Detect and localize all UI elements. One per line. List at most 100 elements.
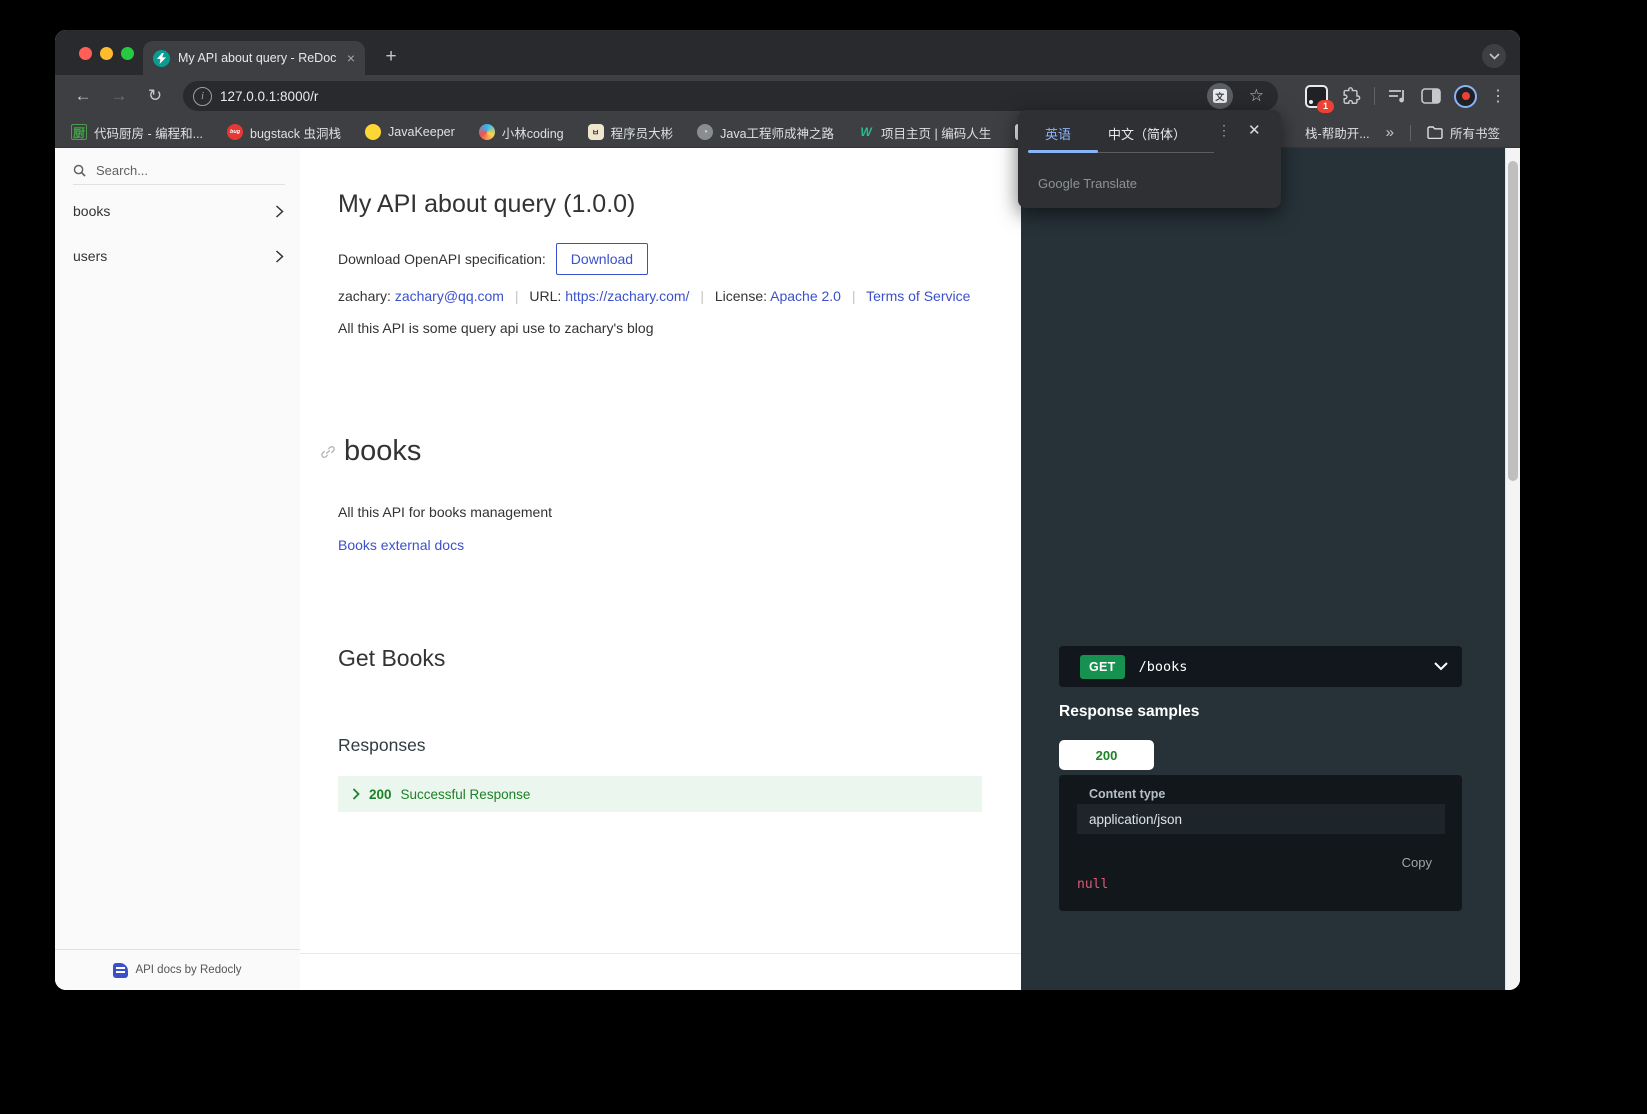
- google-translate-popup: 英语 中文（简体） ⋮ ✕ Google Translate: [1018, 110, 1281, 208]
- download-spec-label: Download OpenAPI specification:: [338, 251, 546, 267]
- url-text[interactable]: 127.0.0.1:8000/r: [220, 89, 1199, 104]
- folder-icon: [1427, 126, 1443, 139]
- contact-url-link[interactable]: https://zachary.com/: [565, 288, 689, 304]
- address-bar[interactable]: i 127.0.0.1:8000/r 文 ☆: [183, 81, 1278, 111]
- bookmark-item[interactable]: 小林coding: [478, 123, 564, 142]
- bookmark-item[interactable]: W 项目主页 | 编码人生: [858, 123, 991, 142]
- terms-of-service-link[interactable]: Terms of Service: [866, 288, 970, 304]
- page-scrollbar[interactable]: [1505, 148, 1520, 990]
- media-playlist-icon[interactable]: [1388, 88, 1408, 104]
- download-button[interactable]: Download: [555, 243, 649, 275]
- api-description: All this API is some query api use to za…: [338, 320, 654, 336]
- api-contact-line: zachary: zachary@qq.com | URL: https://z…: [338, 288, 971, 304]
- scrollbar-thumb[interactable]: [1508, 161, 1518, 481]
- responses-heading: Responses: [338, 735, 426, 755]
- all-bookmarks-button[interactable]: 所有书签: [1427, 123, 1500, 142]
- contact-email-link[interactable]: zachary@qq.com: [395, 288, 504, 304]
- sidebar-item-books[interactable]: books: [55, 194, 300, 228]
- chevron-right-icon: [275, 249, 284, 263]
- copy-button[interactable]: Copy: [1402, 855, 1432, 870]
- redocly-logo-icon: [113, 962, 129, 978]
- side-panel-icon[interactable]: [1421, 88, 1441, 104]
- translate-options-icon[interactable]: ⋮: [1217, 122, 1231, 139]
- endpoint-path: /books: [1138, 658, 1188, 675]
- traffic-close-button[interactable]: [79, 47, 92, 60]
- tab-title: My API about query - ReDoc: [178, 51, 337, 65]
- extensions-puzzle-icon[interactable]: [1341, 86, 1361, 106]
- books-external-docs-link[interactable]: Books external docs: [338, 537, 464, 553]
- bookmarks-divider: [1409, 124, 1411, 141]
- traffic-minimize-button[interactable]: [100, 47, 113, 60]
- bookmark-item[interactable]: 厨 代码厨房 - 编程和...: [71, 123, 203, 142]
- search-icon: [73, 164, 86, 177]
- response-code: 200: [369, 786, 392, 802]
- books-section-title: books: [344, 435, 422, 467]
- response-message: Successful Response: [400, 786, 531, 802]
- sample-tab-200[interactable]: 200: [1059, 740, 1154, 770]
- contact-owner-label: zachary:: [338, 288, 391, 304]
- bookmark-star-icon[interactable]: ☆: [1249, 86, 1264, 106]
- api-title: My API about query (1.0.0): [338, 190, 636, 218]
- search-input[interactable]: [94, 161, 248, 179]
- site-info-icon[interactable]: i: [193, 86, 212, 106]
- translate-active-tab-indicator: [1028, 150, 1098, 153]
- translate-target-tab[interactable]: 中文（简体）: [1108, 124, 1186, 143]
- bookmarks-bar: 厨 代码厨房 - 编程和... bug bugstack 虫洞栈 JavaKee…: [55, 117, 1520, 148]
- sample-code-panel: Content type application/json Copy null: [1059, 775, 1462, 911]
- sample-code-value: null: [1077, 877, 1109, 892]
- extension-shortcut-icon[interactable]: 1: [1305, 84, 1334, 113]
- license-label: License:: [714, 288, 767, 304]
- endpoint-dropdown[interactable]: GET /books: [1059, 646, 1462, 687]
- browser-toolbar: ← → ↻ i 127.0.0.1:8000/r 文 ☆ 1 ⋮: [55, 75, 1520, 117]
- active-tab[interactable]: My API about query - ReDoc ×: [143, 41, 365, 75]
- fastapi-favicon-icon: [153, 49, 170, 67]
- api-doc-main: My API about query (1.0.0) Download Open…: [300, 148, 1021, 990]
- translate-source-tab[interactable]: 英语: [1045, 124, 1071, 143]
- forward-button[interactable]: →: [105, 82, 133, 110]
- bookmark-item-truncated[interactable]: 栈-帮助开...: [1305, 123, 1370, 142]
- bookmarks-overflow-icon[interactable]: »: [1386, 124, 1394, 141]
- section-anchor-icon[interactable]: [320, 444, 336, 460]
- section-divider: [300, 953, 1021, 954]
- bookmark-favicon: ◔: [697, 124, 714, 140]
- bookmark-item[interactable]: ◔ Java工程师成神之路: [697, 123, 834, 142]
- bookmark-favicon: bug: [227, 124, 244, 140]
- extension-badge: 1: [1317, 99, 1334, 113]
- translate-icon[interactable]: 文: [1206, 83, 1233, 109]
- bookmark-item[interactable]: ㅂ 程序员大彬: [587, 123, 673, 142]
- operation-title: Get Books: [338, 645, 446, 671]
- response-samples-heading: Response samples: [1059, 703, 1200, 720]
- chevron-down-icon: [1434, 662, 1448, 671]
- content-type-select[interactable]: application/json: [1077, 804, 1445, 834]
- bookmark-favicon: W: [860, 125, 872, 139]
- sidebar-search[interactable]: [73, 156, 285, 185]
- toolbar-divider: [1374, 87, 1375, 105]
- chrome-menu-icon[interactable]: ⋮: [1490, 86, 1506, 106]
- bookmark-favicon: [365, 124, 382, 140]
- new-tab-button[interactable]: +: [377, 43, 405, 71]
- http-method-badge: GET: [1080, 654, 1125, 679]
- google-translate-brand: Google Translate: [1038, 176, 1138, 191]
- redocly-attribution[interactable]: API docs by Redocly: [55, 949, 300, 990]
- reload-button[interactable]: ↻: [141, 82, 169, 110]
- profile-avatar[interactable]: [1454, 84, 1477, 108]
- expand-chevron-icon: [352, 788, 360, 800]
- tab-strip: My API about query - ReDoc × +: [55, 30, 1520, 75]
- page-content: books users API docs by Redocly My API a…: [55, 148, 1520, 990]
- bookmark-item[interactable]: bug bugstack 虫洞栈: [227, 123, 341, 142]
- traffic-zoom-button[interactable]: [121, 47, 134, 60]
- browser-window: My API about query - ReDoc × + ← → ↻ i 1…: [55, 30, 1520, 990]
- tab-close-icon[interactable]: ×: [347, 50, 355, 66]
- bookmark-item[interactable]: JavaKeeper: [365, 124, 455, 140]
- tab-search-button[interactable]: [1482, 44, 1506, 68]
- content-type-label: Content type: [1089, 787, 1166, 801]
- contact-url-label: URL:: [529, 288, 562, 304]
- translate-close-icon[interactable]: ✕: [1248, 121, 1261, 139]
- samples-panel: GET /books Response samples 200 Content …: [1021, 148, 1505, 990]
- bookmark-favicon: 厨: [71, 124, 87, 140]
- response-200-row[interactable]: 200 Successful Response: [338, 776, 982, 812]
- chevron-right-icon: [275, 204, 284, 218]
- back-button[interactable]: ←: [69, 82, 97, 110]
- license-link[interactable]: Apache 2.0: [770, 288, 841, 304]
- sidebar-item-users[interactable]: users: [55, 239, 300, 273]
